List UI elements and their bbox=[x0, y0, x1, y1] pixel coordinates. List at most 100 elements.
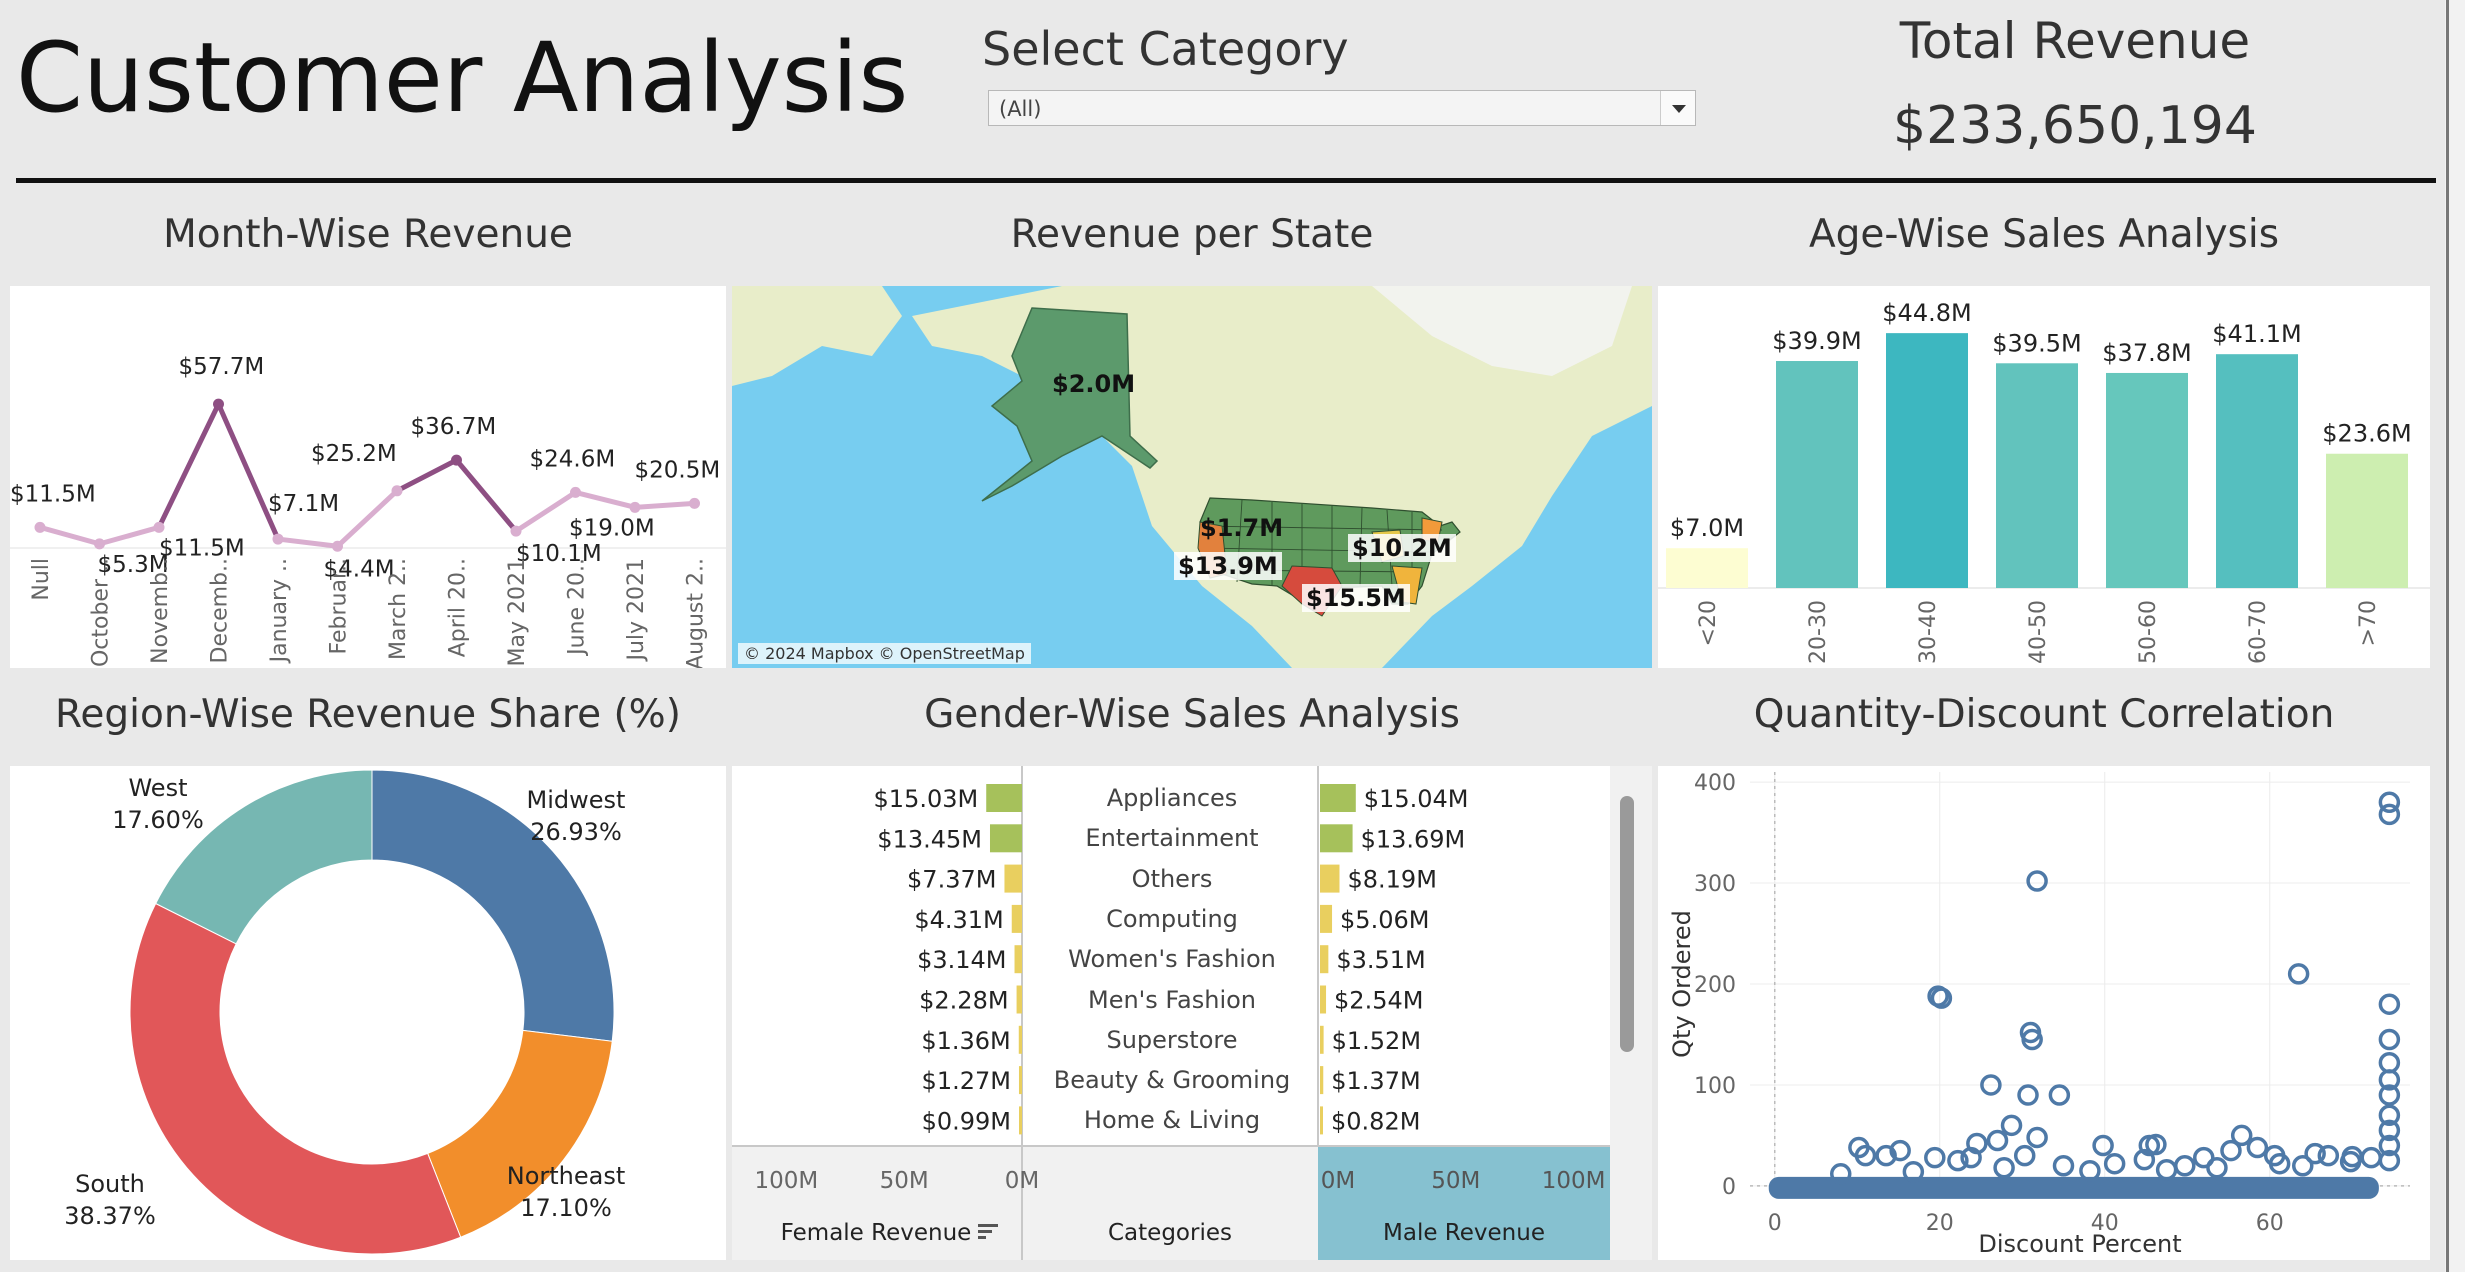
state-revenue-map[interactable]: $2.0M $1.7M $13.9M $15.5M $10.2M © 2024 … bbox=[732, 286, 1652, 668]
month-line-segment bbox=[37, 524, 102, 547]
gender-category-label: Others bbox=[1131, 864, 1213, 893]
month-tick-label: Null bbox=[29, 558, 54, 601]
scatter-point bbox=[2206, 1156, 2228, 1179]
scatter-chart[interactable]: 01002003004000 20 40 60Discount PercentQty … bbox=[1658, 766, 2430, 1260]
female-revenue-label: $15.03M bbox=[874, 785, 979, 813]
female-revenue-bar bbox=[1018, 1025, 1022, 1054]
scatter-point bbox=[2360, 1146, 2382, 1169]
age-data-label: $23.6M bbox=[2322, 420, 2411, 448]
male-revenue-header[interactable]: Male Revenue bbox=[1383, 1220, 1545, 1246]
male-revenue-bar bbox=[1320, 945, 1329, 974]
month-line-segment bbox=[97, 524, 162, 547]
month-point bbox=[510, 525, 522, 537]
month-tick-label: Decemb.. bbox=[208, 558, 233, 664]
scatter-point bbox=[2026, 870, 2048, 892]
month-point bbox=[213, 398, 224, 410]
region-donut-chart[interactable]: Midwest 26.93% Northeast 17.10% South 38.37% W… bbox=[10, 766, 726, 1260]
male-revenue-label: $5.06M bbox=[1340, 906, 1429, 934]
scatter-x-label: Discount Percent bbox=[1978, 1230, 2181, 1258]
month-tick-label: April 20.. bbox=[446, 558, 471, 657]
map-label-east: $10.2M bbox=[1348, 534, 1456, 562]
female-revenue-label: $7.37M bbox=[907, 866, 996, 894]
region-slice bbox=[129, 902, 462, 1255]
scatter-point bbox=[2292, 1154, 2314, 1177]
age-bar-chart[interactable]: $7.0M <20 $39.9M 20-30 $44.8M 30-40 $39.5M 40-5… bbox=[1658, 286, 2430, 668]
region-legend-value: 26.93% bbox=[530, 818, 622, 846]
scatter-y-tick: 0 bbox=[1722, 1175, 1736, 1200]
month-line-segment bbox=[156, 401, 221, 530]
age-bar bbox=[1776, 361, 1858, 588]
scatter-point bbox=[2174, 1154, 2196, 1177]
scatter-y-tick: 400 bbox=[1694, 771, 1736, 796]
scatter-point bbox=[2017, 1084, 2039, 1106]
sort-icon-bar bbox=[978, 1230, 992, 1233]
region-legend-name: Midwest bbox=[527, 786, 626, 814]
month-data-label: $36.7M bbox=[411, 414, 497, 440]
month-point bbox=[34, 521, 46, 533]
month-point bbox=[391, 485, 403, 497]
category-select[interactable]: (All) bbox=[988, 90, 1696, 126]
month-tick-label: May 2021 bbox=[505, 558, 530, 666]
month-data-label: $7.1M bbox=[268, 491, 339, 517]
scatter-y-tick: 300 bbox=[1694, 872, 1736, 897]
scatter-point bbox=[2000, 1114, 2023, 1137]
scatter-point bbox=[1924, 1146, 1946, 1169]
region-legend-value: 17.60% bbox=[112, 806, 204, 834]
gender-category-label: Women's Fashion bbox=[1068, 945, 1276, 974]
female-revenue-bar bbox=[1018, 1066, 1022, 1095]
region-legend-name: South bbox=[75, 1170, 145, 1198]
scatter-point bbox=[2378, 1051, 2401, 1074]
window-right-border bbox=[2446, 0, 2449, 1272]
month-line-chart[interactable]: $11.5MNull $5.3MOctober ..$11.5MNovemb..$… bbox=[10, 286, 726, 668]
age-bar bbox=[2106, 372, 2188, 588]
age-data-label: $44.8M bbox=[1882, 299, 1971, 327]
age-bar bbox=[2216, 354, 2298, 588]
month-tick-label: January .. bbox=[267, 558, 292, 664]
female-revenue-label: $1.36M bbox=[921, 1027, 1010, 1055]
category-select-value: (All) bbox=[999, 97, 1042, 121]
month-tick-label: July 2021 bbox=[624, 558, 649, 663]
gender-category-label: Beauty & Grooming bbox=[1053, 1066, 1291, 1095]
female-axis-tick: 100M bbox=[755, 1168, 819, 1194]
month-tick-label: Novemb.. bbox=[148, 558, 173, 664]
month-line-segment bbox=[573, 489, 638, 510]
region-legend-name: Northeast bbox=[507, 1162, 626, 1190]
sort-icon-bar bbox=[978, 1236, 986, 1239]
male-revenue-bar bbox=[1320, 1106, 1323, 1135]
region-slice bbox=[155, 769, 373, 945]
scatter-x-tick: 60 bbox=[2256, 1211, 2284, 1236]
male-revenue-bar bbox=[1320, 1025, 1324, 1054]
gender-chart-panel: $15.03M $15.04M $13.45M $13.69M $7.37M $8.19M… bbox=[732, 766, 1652, 1260]
region-chart-title: Region-Wise Revenue Share (%) bbox=[55, 692, 681, 737]
map-label-central: $1.7M bbox=[1200, 514, 1284, 542]
male-revenue-bar bbox=[1320, 864, 1340, 893]
month-point bbox=[570, 486, 581, 498]
age-chart-panel: $7.0M <20 $39.9M 20-30 $44.8M 30-40 $39.5M 40-5… bbox=[1658, 286, 2430, 668]
region-legend-value: 38.37% bbox=[64, 1202, 156, 1230]
scatter-point bbox=[2026, 1126, 2048, 1149]
map-title: Revenue per State bbox=[1010, 212, 1374, 257]
female-revenue-bar bbox=[1011, 904, 1022, 933]
male-axis-tick: 0M bbox=[1321, 1168, 1355, 1194]
month-point bbox=[272, 533, 284, 545]
header-divider bbox=[16, 178, 2436, 183]
male-revenue-bar bbox=[1320, 985, 1327, 1014]
age-tick-label: 40-50 bbox=[2026, 600, 2051, 664]
female-axis-tick: 0M bbox=[1005, 1168, 1039, 1194]
age-tick-label: <20 bbox=[1696, 600, 1721, 646]
month-tick-label: June 20.. bbox=[565, 558, 590, 657]
age-tick-label: 60-70 bbox=[2246, 600, 2271, 664]
gender-category-label: Home & Living bbox=[1083, 1106, 1261, 1135]
region-legend-name: West bbox=[128, 774, 187, 802]
age-data-label: $41.1M bbox=[2212, 320, 2301, 348]
male-revenue-bar bbox=[1320, 784, 1356, 812]
male-revenue-label: $0.82M bbox=[1331, 1107, 1420, 1135]
female-revenue-bar bbox=[1019, 1106, 1022, 1135]
female-revenue-header[interactable]: Female Revenue bbox=[781, 1220, 972, 1246]
age-data-label: $7.0M bbox=[1670, 514, 1744, 542]
map-label-texas: $15.5M bbox=[1302, 584, 1410, 612]
chevron-down-icon[interactable] bbox=[1660, 91, 1695, 125]
scatter-y-tick: 100 bbox=[1694, 1074, 1736, 1099]
gender-scrollbar[interactable] bbox=[1620, 796, 1634, 1052]
female-revenue-bar bbox=[1004, 864, 1022, 893]
